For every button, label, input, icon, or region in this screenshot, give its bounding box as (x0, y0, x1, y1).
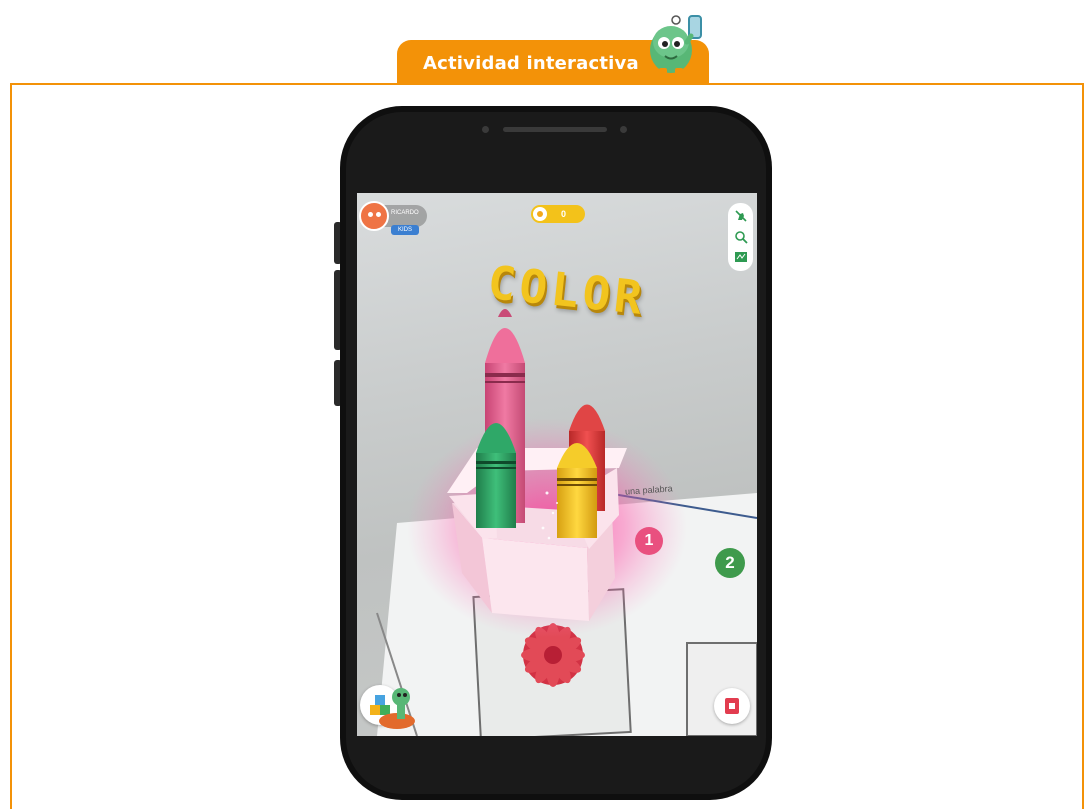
ar-screen[interactable]: COLOR una palabra 1 2 RICARDO KIDS 0 (357, 193, 757, 736)
marker-1[interactable]: 1 (635, 527, 663, 555)
card-icon (725, 698, 739, 714)
yellow-crayon[interactable] (557, 443, 597, 538)
right-toolbar (728, 203, 753, 271)
profile-name: RICARDO (391, 210, 419, 216)
profile-badge: KIDS (391, 225, 419, 235)
phone-camera (620, 126, 627, 133)
avatar-icon[interactable] (359, 201, 389, 231)
coin-counter: 0 (531, 205, 585, 223)
marker-1-label: 1 (644, 532, 654, 549)
marker-2[interactable]: 2 (715, 548, 745, 578)
green-crayon[interactable] (476, 423, 516, 528)
phone-sensor (482, 126, 489, 133)
mascot-icon (650, 15, 702, 77)
profile-badge-label: KIDS (397, 227, 412, 233)
snail-character-icon (379, 688, 415, 729)
tab-label: Actividad interactiva (423, 53, 639, 74)
map-icon[interactable] (734, 250, 748, 264)
no-hand-icon[interactable] (734, 209, 748, 223)
marker-2-label: 2 (725, 553, 735, 572)
coin-count: 0 (561, 209, 567, 219)
search-icon[interactable] (734, 230, 748, 244)
phone-speaker (503, 127, 607, 132)
coin-icon (533, 207, 547, 221)
card-button[interactable] (714, 688, 750, 724)
